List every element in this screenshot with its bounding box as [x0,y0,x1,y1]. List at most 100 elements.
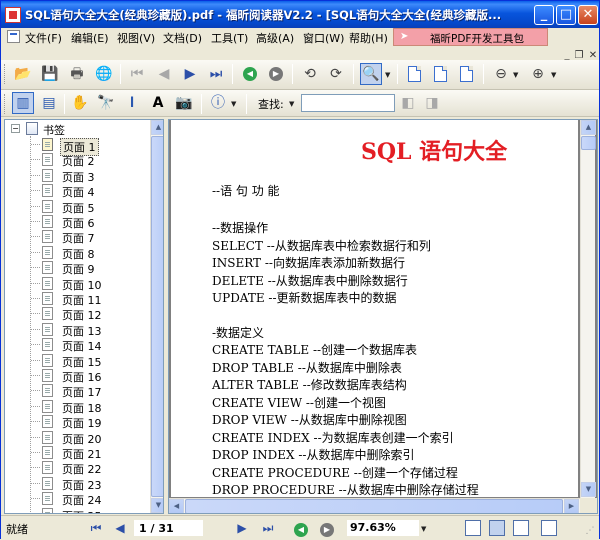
bookmark-item[interactable]: 页面 2 [31,152,151,167]
info-dropdown-icon[interactable]: ▼ [231,99,239,109]
menu-advanced[interactable]: 高级(A) [256,30,294,46]
bookmark-scrollbar[interactable]: ▲ ▼ [150,120,164,513]
sdk-promo-button[interactable]: ➤ 福昕PDF开发工具包 [393,28,548,46]
app-icon[interactable] [5,7,21,23]
email-globe-icon[interactable]: 🌐 [93,63,115,85]
save-icon[interactable]: 💾 [39,63,61,85]
close-button[interactable]: ✕ [578,5,598,25]
bookmark-item[interactable]: 页面 18 [31,399,151,414]
go-forward-icon[interactable]: ▶ [265,63,287,85]
bookmark-item[interactable]: 页面 24 [31,491,151,506]
zoom-tool-icon[interactable]: 🔍 [360,63,382,85]
bookmark-item[interactable]: 页面 6 [31,214,151,229]
bookmark-item[interactable]: 页面 14 [31,337,151,352]
snapshot-camera-icon[interactable]: 📷 [173,92,195,114]
resize-grip-icon[interactable]: ⋰ [581,522,599,540]
bookmark-item[interactable]: 页面 21 [31,445,151,460]
actual-size-icon[interactable] [403,63,425,85]
last-page-icon[interactable]: ⏭ [205,63,227,85]
scroll-left-icon[interactable]: ◀ [169,499,184,514]
bookmark-panel-icon[interactable]: ▥ [12,92,34,114]
bookmark-item[interactable]: 页面 12 [31,306,151,321]
facing-layout-icon[interactable] [513,520,529,536]
minimize-button[interactable]: _ [534,5,554,25]
toolbar-grip[interactable] [4,64,7,84]
bookmark-item[interactable]: 页面 1 [31,137,151,152]
menu-view[interactable]: 视图(V) [117,30,155,46]
page-number-field[interactable]: 1 / 31 [134,520,203,536]
menu-document[interactable]: 文档(D) [163,30,202,46]
bookmark-item[interactable]: 页面 10 [31,276,151,291]
bookmark-item[interactable]: 页面 3 [31,168,151,183]
find-options-dropdown-icon[interactable]: ▼ [289,99,297,109]
next-page-icon[interactable]: ▶ [233,519,251,537]
find-binoculars-icon[interactable]: 🔭 [95,92,117,114]
bookmark-item[interactable]: 页面 19 [31,414,151,429]
bookmark-item[interactable]: 页面 25 [31,507,151,514]
document-horizontal-scrollbar[interactable]: ◀ ▶ [169,498,580,513]
scroll-thumb[interactable] [151,136,164,497]
menu-help[interactable]: 帮助(H) [349,30,388,46]
zoom-out-dropdown-icon[interactable]: ▼ [513,70,521,80]
first-page-icon[interactable]: ⏮ [126,63,148,85]
find-next-icon[interactable]: ◨ [421,92,443,114]
last-page-icon[interactable]: ⏭ [259,519,277,537]
go-back-icon[interactable]: ◀ [239,63,261,85]
document-info-icon[interactable]: ⓘ [207,92,229,114]
scroll-up-icon[interactable]: ▲ [151,120,164,135]
single-page-layout-icon[interactable] [465,520,481,536]
continuous-facing-layout-icon[interactable] [541,520,557,536]
bookmark-item[interactable]: 页面 5 [31,199,151,214]
previous-page-icon[interactable]: ◀ [111,519,129,537]
scroll-up-icon[interactable]: ▲ [581,120,596,135]
bookmark-item[interactable]: 页面 17 [31,383,151,398]
go-back-icon[interactable]: ◀ [292,519,310,537]
bookmark-item[interactable]: 页面 11 [31,291,151,306]
bookmark-item[interactable]: 页面 20 [31,430,151,445]
bookmark-label[interactable]: 页面 25 [60,508,104,514]
zoom-in-icon[interactable]: ⊕ [527,63,549,85]
zoom-in-dropdown-icon[interactable]: ▼ [551,70,559,80]
fit-width-icon[interactable] [455,63,477,85]
find-previous-icon[interactable]: ◧ [397,92,419,114]
continuous-layout-icon[interactable] [489,520,505,536]
bookmark-item[interactable]: 页面 8 [31,245,151,260]
scroll-thumb[interactable] [581,136,596,150]
bookmark-item[interactable]: 页面 4 [31,183,151,198]
bookmark-item[interactable]: 页面 7 [31,229,151,244]
menu-edit[interactable]: 编辑(E) [71,30,109,46]
zoom-out-icon[interactable]: ⊖ [490,63,512,85]
bookmark-root-label[interactable]: 书签 [43,122,65,138]
previous-page-icon[interactable]: ◀ [153,63,175,85]
scroll-down-icon[interactable]: ▼ [151,498,164,513]
scroll-right-icon[interactable]: ▶ [564,499,579,514]
rotate-left-icon[interactable]: ⟲ [299,63,321,85]
next-page-icon[interactable]: ▶ [179,63,201,85]
document-vertical-scrollbar[interactable]: ▲ ▼ [580,120,595,498]
print-icon[interactable]: 🖶 [66,63,88,85]
scroll-thumb[interactable] [185,499,563,514]
document-view[interactable]: SQL 语句大全 --语 句 功 能--数据操作SELECT --从数据库表中检… [168,119,598,514]
scroll-down-icon[interactable]: ▼ [581,482,596,497]
toolbar-grip[interactable] [4,94,7,114]
menu-file[interactable]: 文件(F) [25,30,62,46]
bookmark-item[interactable]: 页面 22 [31,460,151,475]
bookmark-item[interactable]: 页面 16 [31,368,151,383]
zoom-level-field[interactable]: 97.63% [347,520,419,536]
document-menu-icon[interactable] [7,30,20,43]
bookmark-item[interactable]: 页面 23 [31,476,151,491]
zoom-level-dropdown-icon[interactable]: ▼ [421,524,429,534]
title-bar[interactable]: SQL语句大全大全(经典珍藏版).pdf - 福昕阅读器V2.2 - [SQL语… [1,1,599,28]
zoom-dropdown-icon[interactable]: ▼ [385,70,393,80]
find-input[interactable] [301,94,395,112]
bookmark-item[interactable]: 页面 15 [31,353,151,368]
select-text-icon[interactable]: 𝐈 [121,92,143,114]
bookmark-item[interactable]: 页面 13 [31,322,151,337]
hand-tool-icon[interactable]: ✋ [69,92,91,114]
menu-window[interactable]: 窗口(W) [303,30,344,46]
bookmark-item[interactable]: 页面 9 [31,260,151,275]
first-page-icon[interactable]: ⏮ [87,519,105,537]
open-folder-icon[interactable]: 📂 [12,63,34,85]
menu-tools[interactable]: 工具(T) [211,30,248,46]
rotate-right-icon[interactable]: ⟳ [325,63,347,85]
